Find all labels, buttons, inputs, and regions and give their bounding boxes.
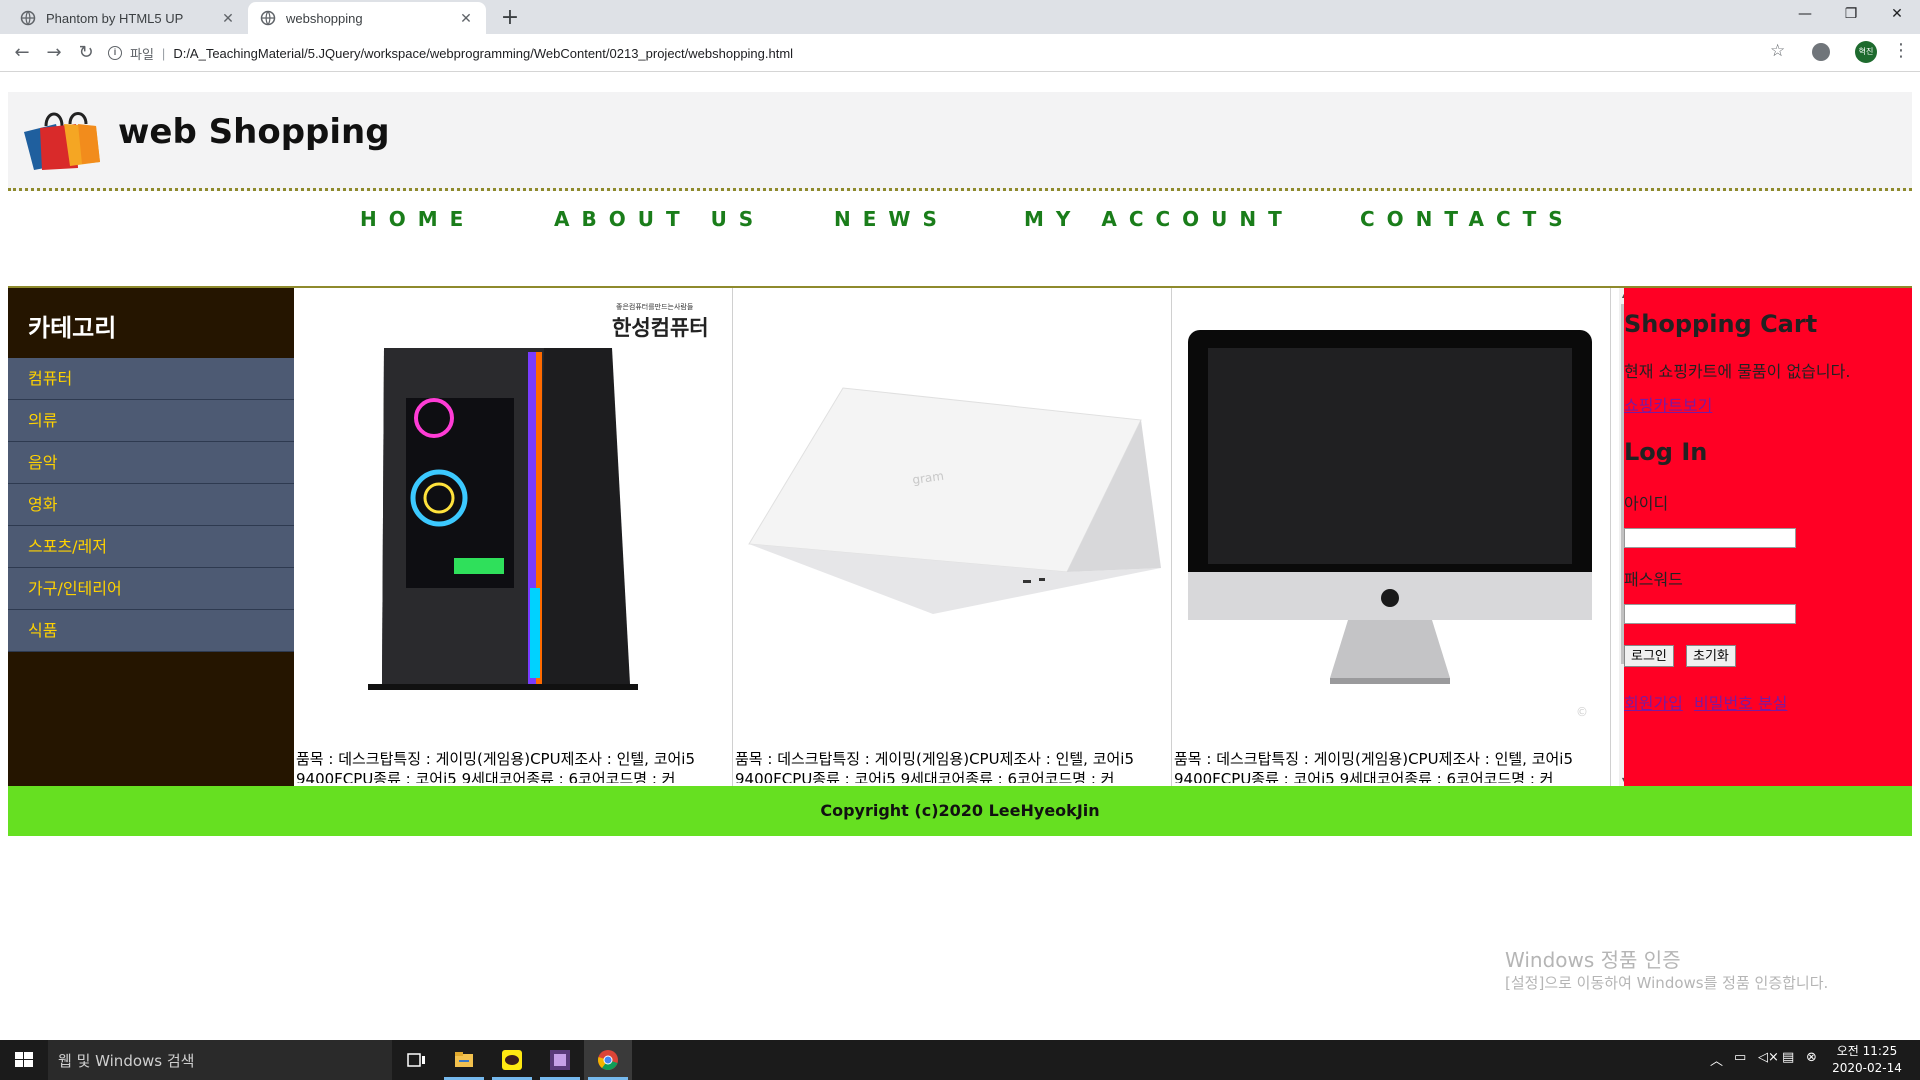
category-furniture-interior[interactable]: 가구/인테리어 xyxy=(8,568,294,610)
id-input[interactable] xyxy=(1624,528,1796,548)
volume-icon[interactable]: ◁× xyxy=(1758,1050,1779,1065)
web-page: web Shopping HOME ABOUT US NEWS MY ACCOU… xyxy=(0,73,1920,1040)
reset-button[interactable]: 초기화 xyxy=(1686,645,1736,667)
address-separator: | xyxy=(161,45,166,61)
address-bar[interactable]: i 파일 | D:/A_TeachingMaterial/5.JQuery/wo… xyxy=(108,40,1788,66)
tab-title: Phantom by HTML5 UP xyxy=(46,10,184,26)
new-tab-button[interactable]: + xyxy=(496,4,524,32)
browser-toolbar: ← → ↻ i 파일 | D:/A_TeachingMaterial/5.JQu… xyxy=(0,34,1920,72)
chrome-icon[interactable] xyxy=(584,1040,632,1080)
bookmark-star-icon[interactable]: ☆ xyxy=(1770,41,1785,61)
info-icon[interactable]: i xyxy=(108,46,122,60)
login-button[interactable]: 로그인 xyxy=(1624,645,1674,667)
back-arrow-icon[interactable]: ← xyxy=(10,41,34,65)
password-input[interactable] xyxy=(1624,604,1796,624)
notification-icon[interactable]: ▤ xyxy=(1782,1050,1794,1065)
address-scheme: 파일 xyxy=(130,46,154,62)
reload-icon[interactable]: ↻ xyxy=(74,41,98,65)
product-card[interactable]: 좋은컴퓨터를만드는사람들 한성컴퓨터 품목 : 데스크탑특징 : 게이밍(게임용… xyxy=(294,288,733,788)
tray-chevron-icon[interactable]: ︿ xyxy=(1710,1050,1723,1069)
lost-password-link[interactable]: 비밀번호 분실 xyxy=(1694,690,1787,714)
taskbar-search-input[interactable]: 웹 및 Windows 검색 xyxy=(48,1040,392,1080)
menu-kebab-icon[interactable]: ⋮ xyxy=(1892,40,1910,61)
game-app-icon[interactable] xyxy=(536,1040,584,1080)
taskbar-clock[interactable]: 오전 11:25 2020-02-14 xyxy=(1832,1043,1902,1077)
cart-login-sidebar: Shopping Cart 현재 쇼핑카트에 물품이 없습니다. 쇼핑카트보기 … xyxy=(1624,288,1912,788)
product-description: 품목 : 데스크탑특징 : 게이밍(게임용)CPU제조사 : 인텔, 코어i5 … xyxy=(1174,750,1574,783)
address-url[interactable]: D:/A_TeachingMaterial/5.JQuery/workspace… xyxy=(173,46,793,61)
category-music[interactable]: 음악 xyxy=(8,442,294,484)
brand-tagline: 좋은컴퓨터를만드는사람들 xyxy=(616,303,694,311)
category-title: 카테고리 xyxy=(28,314,117,342)
tray-close-icon[interactable]: ⊗ xyxy=(1806,1050,1817,1065)
activation-watermark-subtitle: [설정]으로 이동하여 Windows를 정품 인증합니다. xyxy=(1505,974,1829,992)
signup-link[interactable]: 회원가입 xyxy=(1624,690,1683,714)
category-food[interactable]: 식품 xyxy=(8,610,294,652)
main-content: 카테고리 컴퓨터 의류 음악 영화 스포츠/레저 가구/인테리어 식품 좋은컴퓨… xyxy=(8,286,1912,788)
clock-time: 오전 11:25 xyxy=(1836,1044,1898,1058)
nav-about-us[interactable]: ABOUT US xyxy=(554,207,765,231)
svg-text:©: © xyxy=(1576,705,1588,719)
password-label: 패스워드 xyxy=(1624,570,1683,589)
tab-title: webshopping xyxy=(286,10,363,26)
product-description: 품목 : 데스크탑특징 : 게이밍(게임용)CPU제조사 : 인텔, 코어i5 … xyxy=(296,750,696,783)
nav-home[interactable]: HOME xyxy=(360,207,475,231)
restore-button[interactable]: ❐ xyxy=(1828,0,1874,30)
tab-phantom[interactable]: Phantom by HTML5 UP ✕ xyxy=(8,2,248,34)
windows-taskbar: 웹 및 Windows 검색 ︿ ▭ ◁× ▤ ⊗ 오전 11:25 2020-… xyxy=(0,1040,1920,1080)
extension-icon[interactable] xyxy=(1812,43,1830,61)
product-card[interactable]: gram 품목 : 데스크탑특징 : 게이밍(게임용)CPU제조사 : 인텔, … xyxy=(733,288,1172,788)
forward-arrow-icon[interactable]: → xyxy=(42,41,66,65)
id-label: 아이디 xyxy=(1624,494,1669,513)
globe-icon xyxy=(260,10,276,26)
clock-date: 2020-02-14 xyxy=(1832,1061,1902,1075)
login-title: Log In xyxy=(1624,438,1708,466)
site-footer: Copyright (c)2020 LeeHyeokJin xyxy=(8,786,1912,836)
cart-title: Shopping Cart xyxy=(1624,310,1818,338)
product-card[interactable]: © 품목 : 데스크탑특징 : 게이밍(게임용)CPU제조사 : 인텔, 코어i… xyxy=(1172,288,1611,788)
task-view-icon[interactable] xyxy=(392,1040,440,1080)
site-title: web Shopping xyxy=(118,112,390,152)
category-sidebar: 카테고리 컴퓨터 의류 음악 영화 스포츠/레저 가구/인테리어 식품 xyxy=(8,288,294,788)
network-icon[interactable]: ▭ xyxy=(1734,1050,1746,1065)
category-clothing[interactable]: 의류 xyxy=(8,400,294,442)
activation-watermark-title: Windows 정품 인증 xyxy=(1505,948,1681,972)
profile-avatar[interactable]: 혁진 xyxy=(1855,41,1877,63)
nav-news[interactable]: NEWS xyxy=(834,207,949,231)
cart-empty-message: 현재 쇼핑카트에 물품이 없습니다. xyxy=(1624,362,1851,381)
category-sports-leisure[interactable]: 스포츠/레저 xyxy=(8,526,294,568)
kakaotalk-icon[interactable] xyxy=(488,1040,536,1080)
gaming-desktop-image[interactable] xyxy=(294,288,732,748)
close-tab-icon[interactable]: ✕ xyxy=(220,10,236,27)
main-nav: HOME ABOUT US NEWS MY ACCOUNT CONTACTS xyxy=(8,203,1912,253)
category-movie[interactable]: 영화 xyxy=(8,484,294,526)
view-cart-link[interactable]: 쇼핑카트보기 xyxy=(1624,392,1712,416)
browser-tab-strip: Phantom by HTML5 UP ✕ webshopping ✕ + — … xyxy=(0,0,1920,34)
tab-webshopping[interactable]: webshopping ✕ xyxy=(248,2,486,34)
imac-image[interactable]: © xyxy=(1172,288,1610,748)
globe-icon xyxy=(20,10,36,26)
nav-contacts[interactable]: CONTACTS xyxy=(1360,207,1575,231)
brand-name: 한성컴퓨터 xyxy=(612,316,709,340)
product-list: 좋은컴퓨터를만드는사람들 한성컴퓨터 품목 : 데스크탑특징 : 게이밍(게임용… xyxy=(294,288,1631,788)
minimize-button[interactable]: — xyxy=(1782,0,1828,30)
product-description: 품목 : 데스크탑특징 : 게이밍(게임용)CPU제조사 : 인텔, 코어i5 … xyxy=(735,750,1135,783)
category-list: 컴퓨터 의류 음악 영화 스포츠/레저 가구/인테리어 식품 xyxy=(8,358,294,652)
close-window-button[interactable]: ✕ xyxy=(1874,0,1920,30)
category-computer[interactable]: 컴퓨터 xyxy=(8,358,294,400)
file-explorer-icon[interactable] xyxy=(440,1040,488,1080)
site-header: web Shopping xyxy=(8,92,1912,191)
laptop-image[interactable]: gram xyxy=(733,288,1171,748)
nav-my-account[interactable]: MY ACCOUNT xyxy=(1024,207,1294,231)
shopping-bags-logo xyxy=(24,112,100,170)
windows-start-icon[interactable] xyxy=(0,1040,48,1080)
close-tab-icon[interactable]: ✕ xyxy=(458,10,474,27)
